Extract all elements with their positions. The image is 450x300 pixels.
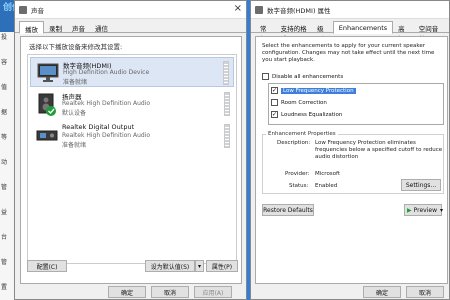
tab-playback[interactable]: 播放 [19,21,44,34]
monitor-icon [37,63,59,82]
tab-recording[interactable]: 录制 [44,21,67,33]
background-sidebar-item: 等 [1,134,8,141]
checkbox-box[interactable] [271,99,278,106]
disable-all-label: Disable all enhancements [272,73,344,80]
background-sidebar-item: 台 [1,234,8,241]
ok-button[interactable]: 确定 [108,286,146,298]
background-sidebar-item: 动 [1,159,8,166]
set-default-button[interactable]: 设为默认值(S) [145,260,195,272]
speaker-icon [38,93,56,116]
ok-button[interactable]: 确定 [363,286,401,298]
level-meter [223,61,229,85]
device-item-digital-output[interactable]: Realtek Digital Output Realtek High Defi… [30,121,234,151]
sound-titlebar: 声音 × [15,1,246,19]
background-sidebar: 投 容 值 据 等 动 管 益 台 管 置 [0,32,14,300]
background-sidebar-item: 投 [1,34,8,41]
tab-sounds[interactable]: 声音 [67,21,90,33]
device-desc: High Definition Audio Device [63,69,150,76]
status-label: Status: [289,183,309,189]
device-state: 准备就绪 [63,79,88,86]
tab-spatial-sound[interactable]: 空间音效 [414,21,445,43]
device-item-hdmi[interactable]: 数字音频(HDMI) High Definition Audio Device … [30,57,234,87]
enhancements-pane: Select the enhancements to apply for you… [255,36,448,284]
properties-titlebar: 数字音频(HDMI) 属性 [251,1,449,19]
device-name: Realtek Digital Output [62,123,135,131]
enhancement-item-low-frequency[interactable]: ✓ Low Frequency Protection [271,87,356,94]
provider-label: Provider: [285,171,310,177]
checkbox-box[interactable]: ✓ [271,87,278,94]
disable-all-checkbox[interactable]: Disable all enhancements [262,73,343,80]
cancel-button[interactable]: 取消 [406,286,444,298]
background-sidebar-item: 管 [1,259,8,266]
sound-title: 声音 [31,6,44,15]
preview-label: Preview [413,206,437,214]
properties-tabs: 常规 支持的格式 级别 Enhancements 高级 空间音效 [251,19,449,43]
speaker-icon [19,6,27,14]
level-meter [224,124,230,148]
properties-title: 数字音频(HDMI) 属性 [267,6,331,15]
checkbox-box[interactable]: ✓ [271,111,278,118]
apply-button[interactable]: 应用(A) [194,286,232,298]
enhancement-label: Room Correction [281,99,327,106]
sound-tabs: 播放 录制 声音 通信 [15,19,246,34]
description-text: Low Frequency Protection eliminates freq… [315,140,443,160]
tab-levels[interactable]: 级别 [312,21,333,43]
background-sidebar-item: 值 [1,84,8,91]
group-title: Enhancement Properties [266,131,338,137]
properties-button[interactable]: 属性(P) [206,260,238,272]
tab-enhancements[interactable]: Enhancements [332,21,394,34]
provider-value: Microsoft [315,171,341,177]
tab-supported-formats[interactable]: 支持的格式 [276,21,313,43]
restore-defaults-button[interactable]: Restore Defaults [262,204,314,216]
tab-general[interactable]: 常规 [255,21,276,43]
enhancements-intro: Select the enhancements to apply for you… [262,43,435,63]
enhancement-item-loudness[interactable]: ✓ Loudness Equalization [271,111,342,118]
device-item-speakers[interactable]: 扬声器 Realtek High Definition Audio 默认设备 [30,89,234,119]
settings-button[interactable]: Settings... [401,179,441,191]
level-meter [224,92,230,116]
playback-pane: 选择以下播放设备来修改其设置: 数字音频(HDMI) High Definiti… [20,36,242,284]
description-label: Description: [277,140,311,146]
device-desc: Realtek High Definition Audio [62,100,151,107]
tab-communications[interactable]: 通信 [90,21,113,33]
enhancement-label: Loudness Equalization [281,111,343,118]
cancel-button[interactable]: 取消 [151,286,189,298]
digital-output-icon [36,130,58,141]
chevron-down-icon[interactable]: ▾ [195,260,204,272]
device-state: 准备就绪 [62,142,87,149]
configure-button[interactable]: 配置(C) [27,260,67,272]
chevron-down-icon: ▾ [439,206,443,214]
play-icon: ▶ [407,206,412,214]
enhancement-item-room-correction[interactable]: Room Correction [271,99,327,106]
properties-dialog: 数字音频(HDMI) 属性 常规 支持的格式 级别 Enhancements 高… [250,0,450,300]
tab-advanced[interactable]: 高级 [393,21,414,43]
status-value: Enabled [315,183,338,189]
device-list: 数字音频(HDMI) High Definition Audio Device … [27,54,237,264]
background-sidebar-item: 据 [1,109,8,116]
background-sidebar-item: 管 [1,184,8,191]
device-state: 默认设备 [62,110,87,117]
playback-hint: 选择以下播放设备来修改其设置: [29,43,123,51]
background-sidebar-item: 置 [1,284,8,291]
sound-dialog: 声音 × 播放 录制 声音 通信 选择以下播放设备来修改其设置: 数字音频(HD… [14,0,247,300]
background-sidebar-item: 容 [1,59,8,66]
device-desc: Realtek High Definition Audio [62,132,151,139]
enhancement-list: ✓ Low Frequency Protection Room Correcti… [268,83,444,125]
checkbox-box[interactable] [262,73,269,80]
monitor-icon [255,6,263,14]
background-sidebar-item: 益 [1,209,8,216]
close-icon[interactable]: × [234,3,242,14]
preview-button[interactable]: ▶ Preview ▾ [404,204,443,216]
enhancement-properties-group: Enhancement Properties Description: Low … [262,131,444,194]
enhancement-label: Low Frequency Protection [281,87,356,94]
